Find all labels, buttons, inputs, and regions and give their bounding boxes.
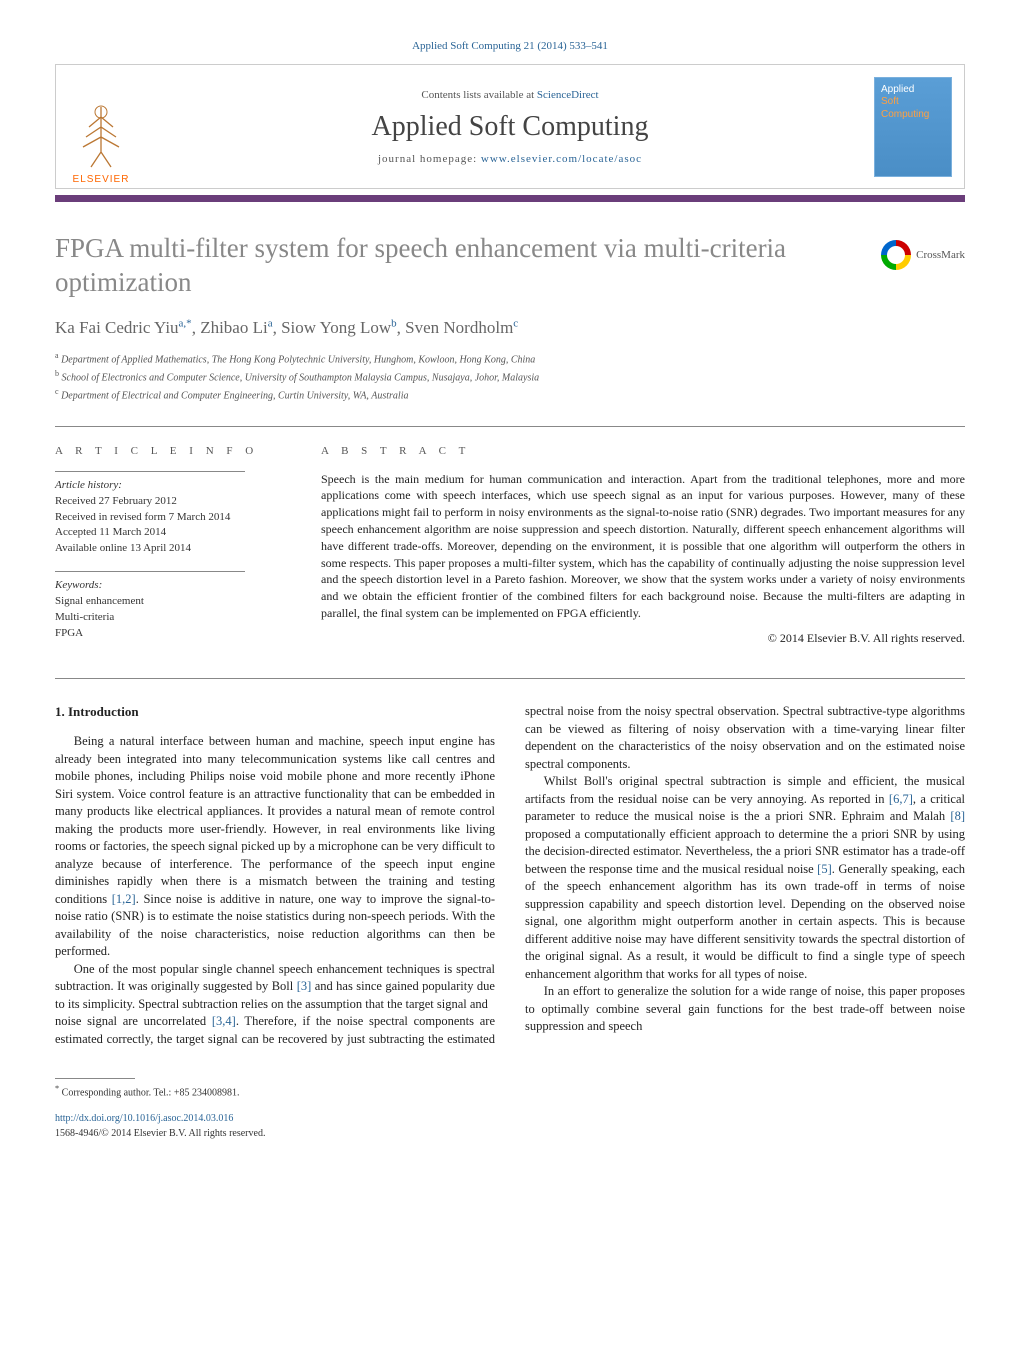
crossmark-badge[interactable]: CrossMark (881, 240, 965, 270)
online-date: Available online 13 April 2014 (55, 541, 285, 557)
homepage-link[interactable]: www.elsevier.com/locate/asoc (481, 153, 642, 165)
citation-link[interactable]: [1,2] (112, 892, 136, 906)
body-paragraph: Being a natural interface between human … (55, 733, 495, 961)
header-citation: Applied Soft Computing 21 (2014) 533–541 (55, 40, 965, 52)
author: Ka Fai Cedric Yiua,* (55, 318, 192, 337)
keywords-label: Keywords: (55, 578, 285, 594)
keyword: Multi-criteria (55, 610, 285, 626)
citation-link[interactable]: [6,7] (889, 792, 913, 806)
crossmark-label: CrossMark (916, 249, 965, 261)
history-label: Article history: (55, 478, 285, 494)
banner-center: Contents lists available at ScienceDirec… (146, 89, 874, 165)
article-info-block: a r t i c l e i n f o Article history: R… (55, 445, 285, 656)
affiliations: a Department of Applied Mathematics, The… (55, 350, 965, 403)
homepage-prefix: journal homepage: (378, 153, 481, 165)
publisher-logo-block: ELSEVIER (56, 64, 146, 189)
citation-link[interactable]: [3] (297, 979, 312, 993)
cover-line1: Applied (881, 84, 914, 95)
cover-line3: Computing (881, 109, 929, 120)
keywords-block: Keywords: Signal enhancement Multi-crite… (55, 578, 285, 642)
elsevier-tree-icon (71, 102, 131, 172)
contents-prefix: Contents lists available at (421, 89, 536, 101)
cover-line2: Soft (881, 96, 899, 107)
accepted-date: Accepted 11 March 2014 (55, 525, 285, 541)
authors-line: Ka Fai Cedric Yiua,*, Zhibao Lia, Siow Y… (55, 318, 965, 339)
article-title: FPGA multi-filter system for speech enha… (55, 232, 861, 300)
abstract-copyright: © 2014 Elsevier B.V. All rights reserved… (321, 630, 965, 647)
homepage-line: journal homepage: www.elsevier.com/locat… (146, 153, 874, 165)
footnote-rule (55, 1078, 135, 1079)
body-paragraph: Whilst Boll's original spectral subtract… (525, 773, 965, 983)
mini-divider (55, 471, 245, 472)
revised-date: Received in revised form 7 March 2014 (55, 510, 285, 526)
journal-name: Applied Soft Computing (146, 111, 874, 143)
page-container: Applied Soft Computing 21 (2014) 533–541… (0, 0, 1020, 1171)
author: Siow Yong Lowb (281, 318, 397, 337)
body-paragraph: In an effort to generalize the solution … (525, 983, 965, 1036)
received-date: Received 27 February 2012 (55, 494, 285, 510)
keyword: FPGA (55, 626, 285, 642)
citation-link[interactable]: [5] (817, 862, 832, 876)
journal-banner: ELSEVIER Contents lists available at Sci… (55, 64, 965, 189)
affiliation: b School of Electronics and Computer Sci… (55, 368, 965, 386)
affiliation: c Department of Electrical and Computer … (55, 386, 965, 404)
body-columns: 1. Introduction Being a natural interfac… (55, 703, 965, 1048)
section-divider (55, 426, 965, 427)
author: Zhibao Lia (200, 318, 272, 337)
abstract-text: Speech is the main medium for human comm… (321, 471, 965, 622)
section-divider (55, 678, 965, 679)
contents-line: Contents lists available at ScienceDirec… (146, 89, 874, 101)
issn-copyright: 1568-4946/© 2014 Elsevier B.V. All right… (55, 1126, 965, 1141)
article-history: Article history: Received 27 February 20… (55, 478, 285, 558)
sciencedirect-link[interactable]: ScienceDirect (537, 89, 599, 101)
abstract-heading: a b s t r a c t (321, 445, 965, 457)
mini-divider (55, 571, 245, 572)
page-footer: * Corresponding author. Tel.: +85 234008… (55, 1078, 965, 1140)
publisher-name: ELSEVIER (73, 174, 130, 185)
citation-link[interactable]: [8] (950, 809, 965, 823)
abstract-block: a b s t r a c t Speech is the main mediu… (321, 445, 965, 656)
info-abstract-row: a r t i c l e i n f o Article history: R… (55, 445, 965, 656)
section-heading: 1. Introduction (55, 703, 495, 721)
keyword: Signal enhancement (55, 594, 285, 610)
body-paragraph: One of the most popular single channel s… (55, 961, 495, 1014)
doi-link[interactable]: http://dx.doi.org/10.1016/j.asoc.2014.03… (55, 1111, 965, 1126)
corresponding-author-note: * Corresponding author. Tel.: +85 234008… (55, 1083, 965, 1100)
affiliation: a Department of Applied Mathematics, The… (55, 350, 965, 368)
author: Sven Nordholmc (405, 318, 518, 337)
journal-cover-thumbnail: Applied Soft Computing (874, 77, 952, 177)
divider-bar (55, 195, 965, 202)
crossmark-icon (881, 240, 911, 270)
citation-link[interactable]: [3,4] (212, 1014, 236, 1028)
article-info-heading: a r t i c l e i n f o (55, 445, 285, 457)
